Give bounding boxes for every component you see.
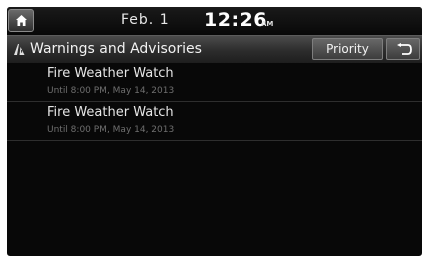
home-button[interactable]	[8, 9, 34, 32]
alert-expiry: Until 8:00 PM, May 14, 2013	[47, 86, 175, 96]
warning-road-icon	[14, 44, 25, 55]
home-icon	[16, 15, 27, 26]
alert-title: Fire Weather Watch	[47, 105, 174, 120]
status-bar: Feb. 1 12:26 AM	[7, 7, 422, 34]
page-header: Warnings and Advisories Priority	[7, 35, 422, 63]
priority-button[interactable]: Priority	[312, 38, 383, 60]
list-item[interactable]: Fire Weather Watch Until 8:00 PM, May 14…	[7, 63, 422, 102]
alert-title: Fire Weather Watch	[47, 66, 174, 81]
date-display: Feb. 1	[121, 12, 170, 28]
alert-list: Fire Weather Watch Until 8:00 PM, May 14…	[7, 63, 422, 141]
alert-expiry: Until 8:00 PM, May 14, 2013	[47, 125, 175, 135]
back-button[interactable]	[386, 38, 420, 60]
nav-screen: Feb. 1 12:26 AM Warnings and Advisories …	[7, 7, 422, 256]
page-title: Warnings and Advisories	[30, 41, 202, 57]
clock-ampm: AM	[261, 20, 274, 28]
clock-time: 12:26	[204, 9, 267, 31]
list-item[interactable]: Fire Weather Watch Until 8:00 PM, May 14…	[7, 102, 422, 141]
back-arrow-icon	[397, 43, 412, 55]
